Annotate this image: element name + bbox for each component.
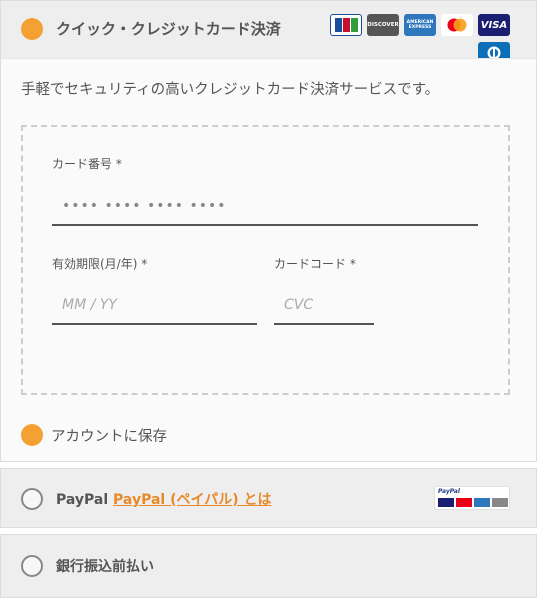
bank-transfer-radio[interactable] bbox=[21, 555, 43, 577]
amex-icon: AMERICAN EXPRESS bbox=[404, 14, 436, 36]
bank-transfer-option[interactable]: 銀行振込前払い bbox=[0, 534, 537, 598]
expiry-input[interactable] bbox=[52, 287, 257, 325]
cvc-input[interactable] bbox=[274, 287, 374, 325]
save-account-radio[interactable] bbox=[21, 424, 43, 446]
discover-icon: DISCOVER bbox=[367, 14, 399, 36]
bank-transfer-label: 銀行振込前払い bbox=[56, 559, 154, 575]
save-account-label: アカウントに保存 bbox=[51, 429, 167, 445]
card-number-input[interactable] bbox=[52, 188, 478, 226]
paypal-label: PayPal bbox=[56, 492, 109, 508]
mastercard-icon bbox=[441, 14, 473, 36]
paypal-accepted-cards-icon: PayPal bbox=[434, 486, 510, 510]
quick-card-form-area: 手軽でセキュリティの高いクレジットカード決済サービスです。 カード番号 * 有効… bbox=[0, 58, 537, 462]
quick-card-description: 手軽でセキュリティの高いクレジットカード決済サービスです。 bbox=[21, 82, 440, 98]
jcb-icon bbox=[330, 14, 362, 36]
quick-card-title: クイック・クレジットカード決済 bbox=[56, 20, 281, 38]
card-number-label: カード番号 * bbox=[52, 157, 122, 171]
paypal-title: PayPal PayPal (ペイパル) とは bbox=[56, 489, 271, 509]
cvc-label: カードコード * bbox=[274, 257, 356, 271]
paypal-info-link[interactable]: PayPal (ペイパル) とは bbox=[113, 492, 271, 508]
paypal-radio[interactable] bbox=[21, 488, 43, 510]
expiry-label: 有効期限(月/年) * bbox=[52, 257, 148, 271]
quick-card-header[interactable]: クイック・クレジットカード決済 DISCOVER AMERICAN EXPRES… bbox=[0, 0, 537, 64]
visa-icon: VISA bbox=[478, 14, 510, 36]
paypal-option[interactable]: PayPal PayPal (ペイパル) とは PayPal bbox=[0, 468, 537, 528]
quick-card-radio[interactable] bbox=[21, 18, 43, 40]
card-fields-container: カード番号 * 有効期限(月/年) * カードコード * bbox=[21, 125, 510, 395]
